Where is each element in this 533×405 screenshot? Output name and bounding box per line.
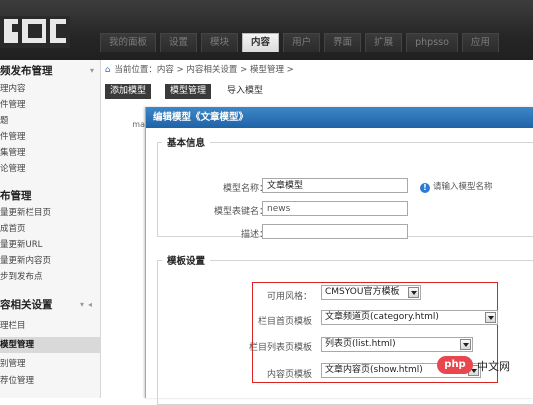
chevron-down-icon[interactable] (408, 287, 419, 298)
home-icon[interactable]: ⌂ (105, 65, 110, 75)
show-template-label: 内容页模板 (266, 370, 312, 380)
sidebar-section-publish[interactable]: 频发布管理 (0, 62, 100, 80)
list-template-label: 栏目列表页模板 (248, 343, 312, 353)
nav-tab-interface[interactable]: 界面 (324, 33, 362, 52)
model-name-label: 模型名称： (222, 184, 268, 194)
top-navigation-bar: 我的面板 设置 模块 内容 用户 界面 扩展 phpsso 应用 (0, 0, 533, 60)
basic-info-legend: 基本信息 (167, 138, 206, 149)
style-select[interactable]: CMSYOU官方模板 (321, 285, 421, 300)
sidebar-item[interactable]: 件管理 (0, 97, 100, 113)
add-model-button[interactable]: 添加模型 (105, 84, 152, 99)
chevron-down-icon[interactable] (460, 339, 471, 350)
model-name-input[interactable]: 文章模型 (262, 178, 408, 193)
sidebar-item[interactable]: 理栏目 (0, 318, 100, 334)
sidebar-item[interactable]: 别管理 (0, 356, 100, 372)
toolbar: 添加模型 模型管理 导入模型 (100, 80, 533, 104)
nav-tab-apps[interactable]: 应用 (461, 33, 499, 52)
basic-info-fieldset: 基本信息 模型名称： 文章模型 ! 请输入模型名称 模型表键名： news 描述： (157, 135, 533, 240)
sidebar-item[interactable]: 集管理 (0, 145, 100, 161)
model-name-hint: ! 请输入模型名称 (420, 180, 493, 193)
list-template-select[interactable]: 列表页(list.html) (321, 337, 473, 352)
background-table-cell: ma (132, 120, 145, 129)
sidebar-item[interactable]: 成首页 (0, 221, 100, 237)
sidebar-item[interactable]: 题 (0, 113, 100, 129)
description-input[interactable] (262, 224, 408, 239)
style-label: 可用风格： (266, 292, 312, 302)
category-template-select[interactable]: 文章频道页(category.html) (321, 310, 498, 325)
description-label: 描述： (240, 230, 268, 240)
sidebar-section-content-settings[interactable]: 容相关设置 (0, 296, 100, 314)
watermark-text: 中文网 (477, 360, 510, 373)
main-nav: 我的面板 设置 模块 内容 用户 界面 扩展 phpsso 应用 (100, 33, 499, 53)
nav-tab-modules[interactable]: 模块 (201, 33, 239, 52)
category-template-label: 栏目首页模板 (257, 317, 312, 327)
sidebar-item[interactable]: 量更新内容页 (0, 253, 100, 269)
chevron-down-icon[interactable]: ▾ (80, 300, 84, 309)
template-settings-legend: 模板设置 (167, 256, 206, 267)
sidebar-item[interactable]: 论管理 (0, 161, 100, 177)
import-model-button[interactable]: 导入模型 (222, 84, 268, 99)
breadcrumb: ⌂ 当前位置：内容 > 内容相关设置 > 模型管理 > (100, 60, 533, 80)
nav-tab-extend[interactable]: 扩展 (365, 33, 403, 52)
sidebar-item[interactable]: 步到发布点 (0, 269, 100, 285)
collapse-arrow-icon[interactable]: ◂ (88, 300, 92, 309)
watermark-badge: php (437, 356, 473, 374)
chevron-down-icon[interactable]: ▾ (90, 66, 94, 75)
sidebar-item-model-manage[interactable]: 模型管理 (0, 337, 100, 353)
sidebar-item[interactable]: 件管理 (0, 129, 100, 145)
sidebar-item[interactable]: 量更新URL (0, 237, 100, 253)
model-manage-button[interactable]: 模型管理 (165, 84, 212, 99)
watermark: php 中文网 (437, 356, 529, 378)
info-icon: ! (420, 183, 430, 193)
sidebar-item[interactable]: 量更新栏目页 (0, 205, 100, 221)
chevron-down-icon[interactable] (485, 312, 496, 323)
sidebar: 频发布管理 ▾ 理内容 件管理 题 件管理 集管理 论管理 布管理 量更新栏目页… (0, 60, 101, 398)
nav-tab-users[interactable]: 用户 (283, 33, 321, 52)
nav-tab-content[interactable]: 内容 (242, 33, 280, 52)
sidebar-item[interactable]: 理内容 (0, 81, 100, 97)
breadcrumb-text: 当前位置：内容 > 内容相关设置 > 模型管理 > (114, 65, 294, 75)
nav-tab-settings[interactable]: 设置 (160, 33, 198, 52)
nav-tab-phpsso[interactable]: phpsso (406, 33, 458, 52)
table-name-label: 模型表键名： (213, 207, 268, 217)
logo (0, 16, 70, 48)
nav-tab-panel[interactable]: 我的面板 (100, 33, 157, 52)
dialog-title: 编辑模型《文章模型》 (146, 107, 533, 128)
table-name-input[interactable]: news (262, 201, 408, 216)
sidebar-section-release[interactable]: 布管理 (0, 187, 100, 205)
sidebar-item[interactable]: 荐位管理 (0, 373, 100, 389)
